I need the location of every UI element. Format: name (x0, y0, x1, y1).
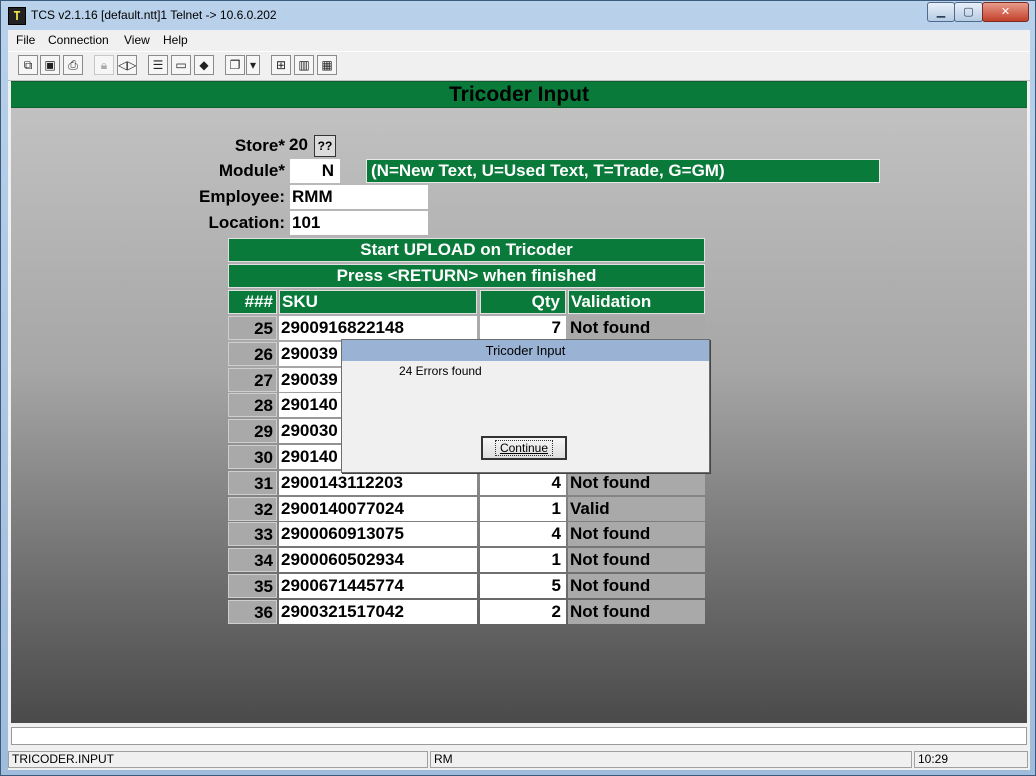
return-banner: Press <RETURN> when finished (228, 264, 705, 288)
location-label: Location: (208, 213, 286, 232)
menu-file[interactable]: File (16, 33, 35, 47)
ticket-icon[interactable]: ◆ (194, 55, 214, 75)
dialog-message: 24 Errors found (399, 364, 482, 378)
dropdown-icon[interactable]: ▾ (246, 55, 260, 75)
table-row-number: 33 (228, 522, 277, 546)
module-hint: (N=New Text, U=Used Text, T=Trade, G=GM) (366, 159, 880, 183)
table-row-validation: Not found (568, 471, 705, 495)
table-row-validation: Not found (568, 574, 705, 598)
table-row-sku[interactable]: 2900140077024 (279, 497, 477, 521)
title-bar[interactable]: T TCS v2.1.16 [default.ntt]1 Telnet -> 1… (1, 1, 1035, 30)
store-field[interactable]: 20 (287, 133, 313, 157)
client-area: File Connection View Help ⧉ ▣ ⎙ 🔒︎ ◁▷ ☰ … (8, 30, 1030, 770)
location-field[interactable]: 101 (290, 211, 428, 235)
table-row-number: 32 (228, 497, 277, 521)
table-row-qty[interactable]: 1 (480, 497, 566, 521)
table-row-number: 35 (228, 574, 277, 598)
sound-icon[interactable]: ◁▷ (117, 55, 137, 75)
table-row-sku[interactable]: 2900060502934 (279, 548, 477, 572)
pages-icon[interactable]: ❐ (225, 55, 245, 75)
table-row-sku[interactable]: 2900143112203 (279, 471, 477, 495)
lock-icon[interactable]: 🔒︎ (94, 55, 114, 75)
flowchart-icon[interactable]: ⊞ (271, 55, 291, 75)
store-label: Store* (234, 136, 285, 155)
menu-bar: File Connection View Help (8, 30, 1030, 50)
copy-icon[interactable]: ⧉ (18, 55, 38, 75)
table-row-qty[interactable]: 7 (480, 316, 566, 340)
status-program: TRICODER.INPUT (8, 751, 428, 768)
table-row-number: 26 (228, 342, 277, 366)
minimize-button[interactable]: ▁ (927, 2, 955, 22)
table-row-sku[interactable]: 2900916822148 (279, 316, 477, 340)
table-row-number: 34 (228, 548, 277, 572)
calculator-icon[interactable]: ▦ (317, 55, 337, 75)
status-time: 10:29 (914, 751, 1028, 768)
screen-title: Tricoder Input (448, 83, 589, 106)
table-row-sku[interactable]: 2900671445774 (279, 574, 477, 598)
table-row-number: 29 (228, 419, 277, 443)
monitor-icon[interactable]: ▭ (171, 55, 191, 75)
screen-title-bar: Tricoder Input (11, 81, 1027, 108)
table-row-qty[interactable]: 1 (480, 548, 566, 572)
maximize-button[interactable]: ▢ (954, 2, 983, 22)
table-row-sku[interactable]: 2900060913075 (279, 522, 477, 546)
toolbar: ⧉ ▣ ⎙ 🔒︎ ◁▷ ☰ ▭ ◆ ❐ ▾ ⊞ ▥ ▦ (8, 51, 1030, 81)
table-row-number: 27 (228, 368, 277, 392)
column-header-qty: Qty (480, 290, 566, 314)
terminal-screen: Tricoder Input Store* 20 ?? Module* N (N… (11, 81, 1027, 723)
app-logo-icon: T (8, 7, 26, 25)
print-icon[interactable]: ⎙ (63, 55, 83, 75)
table-row-validation: Not found (568, 548, 705, 572)
table-row-number: 30 (228, 445, 277, 469)
module-field[interactable]: N (290, 159, 340, 183)
table-row-sku[interactable]: 2900321517042 (279, 600, 477, 624)
store-lookup-button[interactable]: ?? (314, 135, 336, 157)
table-row-qty[interactable]: 5 (480, 574, 566, 598)
upload-banner: Start UPLOAD on Tricoder (228, 238, 705, 262)
table-row-number: 25 (228, 316, 277, 340)
menu-help[interactable]: Help (163, 33, 188, 47)
table-row-validation: Not found (568, 522, 705, 546)
continue-button-label: Continue (494, 440, 554, 456)
table-row-qty[interactable]: 4 (480, 522, 566, 546)
table-row-qty[interactable]: 4 (480, 471, 566, 495)
table-row-validation: Not found (568, 600, 705, 624)
command-line-input[interactable] (11, 727, 1027, 745)
status-bar: TRICODER.INPUT RM 10:29 (8, 749, 1030, 769)
dialog-title: Tricoder Input (342, 340, 709, 361)
save-icon[interactable]: ▣ (40, 55, 60, 75)
properties-icon[interactable]: ☰ (148, 55, 168, 75)
close-button[interactable]: ✕ (982, 2, 1029, 22)
column-header-sku: SKU (279, 290, 477, 314)
window-title: TCS v2.1.16 [default.ntt]1 Telnet -> 10.… (31, 8, 277, 22)
continue-button[interactable]: Continue (481, 436, 567, 460)
menu-connection[interactable]: Connection (48, 33, 109, 47)
table-row-validation: Not found (568, 316, 705, 340)
employee-field[interactable]: RMM (290, 185, 428, 209)
table-row-number: 36 (228, 600, 277, 624)
table-row-validation: Valid (568, 497, 705, 521)
error-dialog: Tricoder Input 24 Errors found Continue (341, 339, 710, 473)
table-row-qty[interactable]: 2 (480, 600, 566, 624)
app-window: T TCS v2.1.16 [default.ntt]1 Telnet -> 1… (0, 0, 1036, 776)
employee-label: Employee: (199, 187, 285, 206)
module-label: Module* (218, 161, 285, 180)
table-row-number: 28 (228, 393, 277, 417)
column-header-num: ### (228, 290, 277, 314)
menu-view[interactable]: View (124, 33, 150, 47)
column-header-validation: Validation (568, 290, 705, 314)
table-row-number: 31 (228, 471, 277, 495)
status-user: RM (430, 751, 912, 768)
bar-chart-icon[interactable]: ▥ (294, 55, 314, 75)
